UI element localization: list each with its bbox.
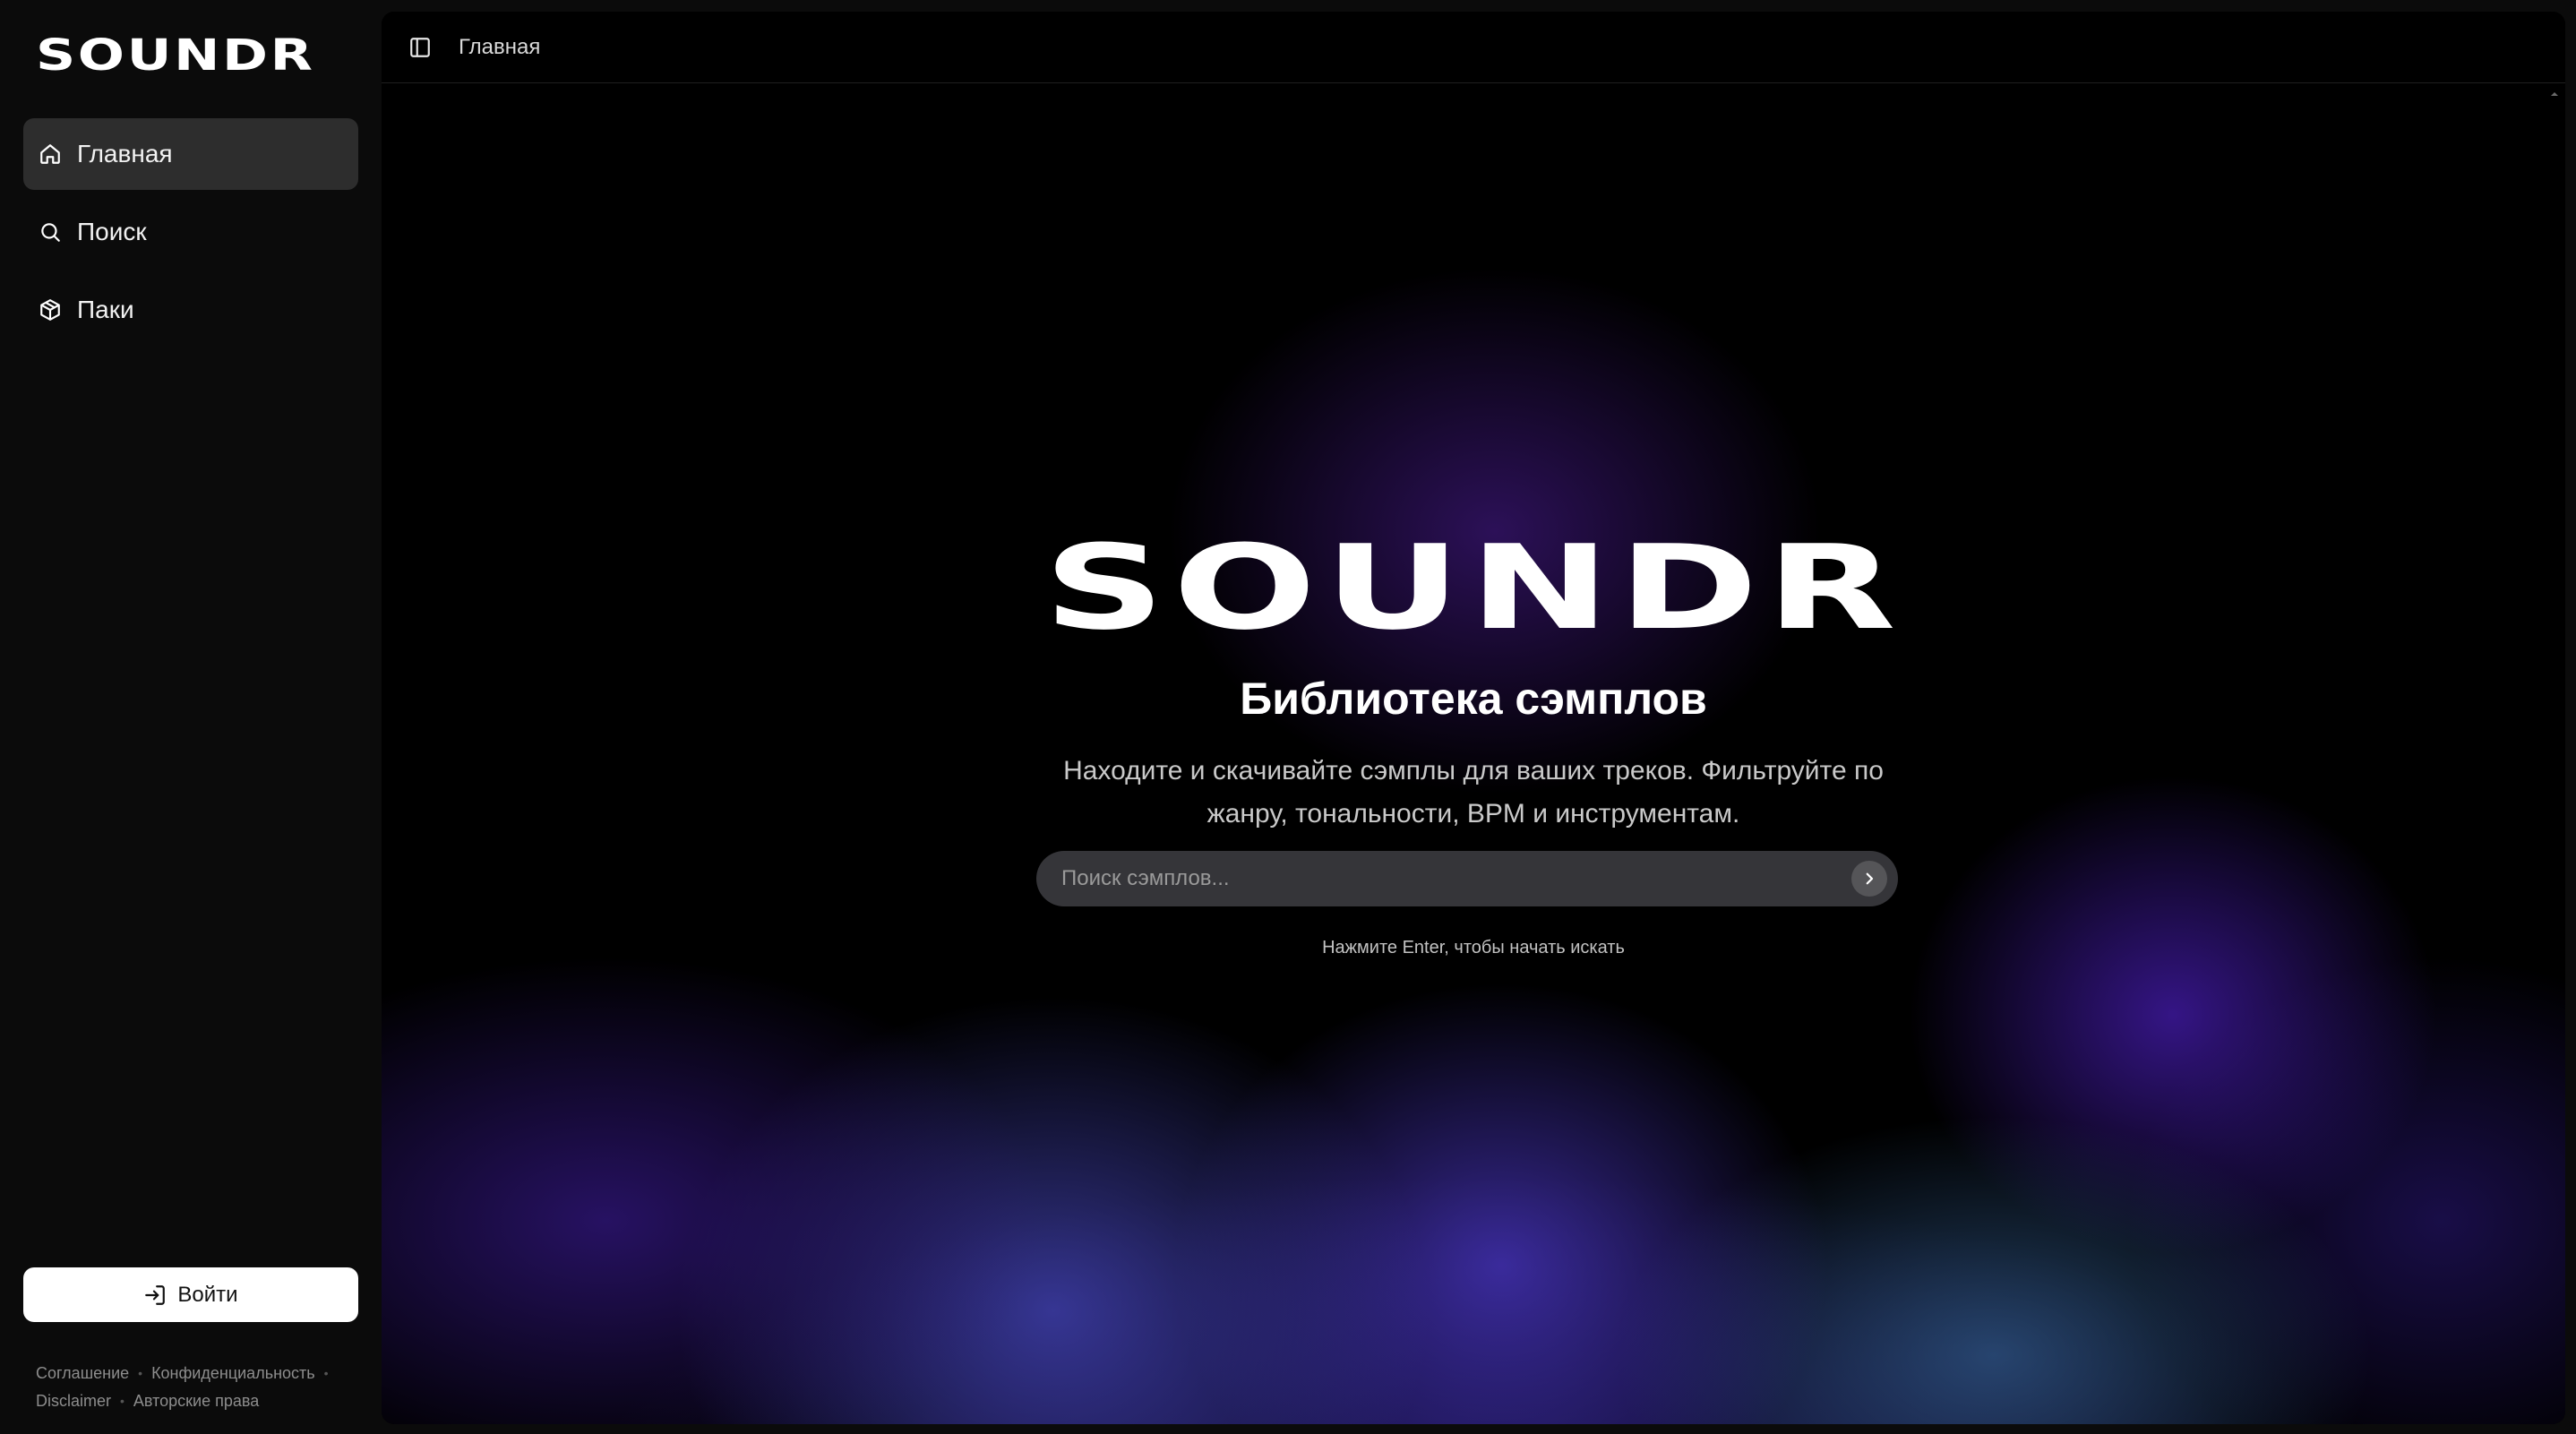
separator-dot: •: [120, 1394, 125, 1408]
sidebar: SOUNDR Главная Поиск Паки Войти Соглашен…: [0, 0, 374, 1434]
footer-link-agreement[interactable]: Соглашение: [36, 1360, 129, 1387]
breadcrumb: Главная: [459, 34, 541, 59]
login-button[interactable]: Войти: [23, 1267, 358, 1322]
footer-links: Соглашение • Конфиденциальность • Discla…: [36, 1360, 367, 1415]
chevron-right-icon: [1866, 872, 1874, 885]
search-submit-button[interactable]: [1851, 861, 1887, 897]
sidebar-item-packs[interactable]: Паки: [23, 274, 358, 346]
search-input[interactable]: [1036, 865, 1851, 892]
footer-link-copyright[interactable]: Авторские права: [133, 1387, 259, 1415]
package-icon: [38, 297, 63, 322]
footer-link-privacy[interactable]: Конфиденциальность: [151, 1360, 315, 1387]
login-icon: [143, 1284, 167, 1307]
topbar: Главная: [382, 12, 2565, 83]
sidebar-toggle-icon[interactable]: [408, 36, 432, 59]
search-hint: Нажмите Enter, чтобы начать искать: [1322, 938, 1625, 957]
search-bar: [1036, 851, 1898, 906]
separator-dot: •: [323, 1366, 329, 1380]
sidebar-item-label: Паки: [77, 296, 134, 323]
sidebar-nav: Главная Поиск Паки: [23, 118, 358, 352]
search-icon: [38, 219, 63, 245]
hero-logo: SOUNDR: [382, 529, 2565, 646]
login-label: Войти: [177, 1282, 238, 1307]
hero-logo-text: SOUNDR: [1043, 520, 1904, 656]
page-title: Библиотека сэмплов: [1240, 674, 1707, 724]
home-icon: [38, 142, 63, 167]
footer-link-disclaimer[interactable]: Disclaimer: [36, 1387, 111, 1415]
scroll-up-icon[interactable]: [2549, 89, 2560, 99]
hero-description: Находите и скачивайте сэмплы для ваших т…: [1063, 756, 1884, 829]
sidebar-item-label: Главная: [77, 140, 173, 167]
separator-dot: •: [138, 1366, 143, 1380]
sidebar-item-home[interactable]: Главная: [23, 118, 358, 190]
brand-logo[interactable]: SOUNDR: [36, 34, 314, 77]
main-panel: Главная SOUNDR Библиотека сэмплов Находи…: [382, 12, 2565, 1424]
sidebar-item-search[interactable]: Поиск: [23, 196, 358, 268]
sidebar-item-label: Поиск: [77, 218, 147, 245]
